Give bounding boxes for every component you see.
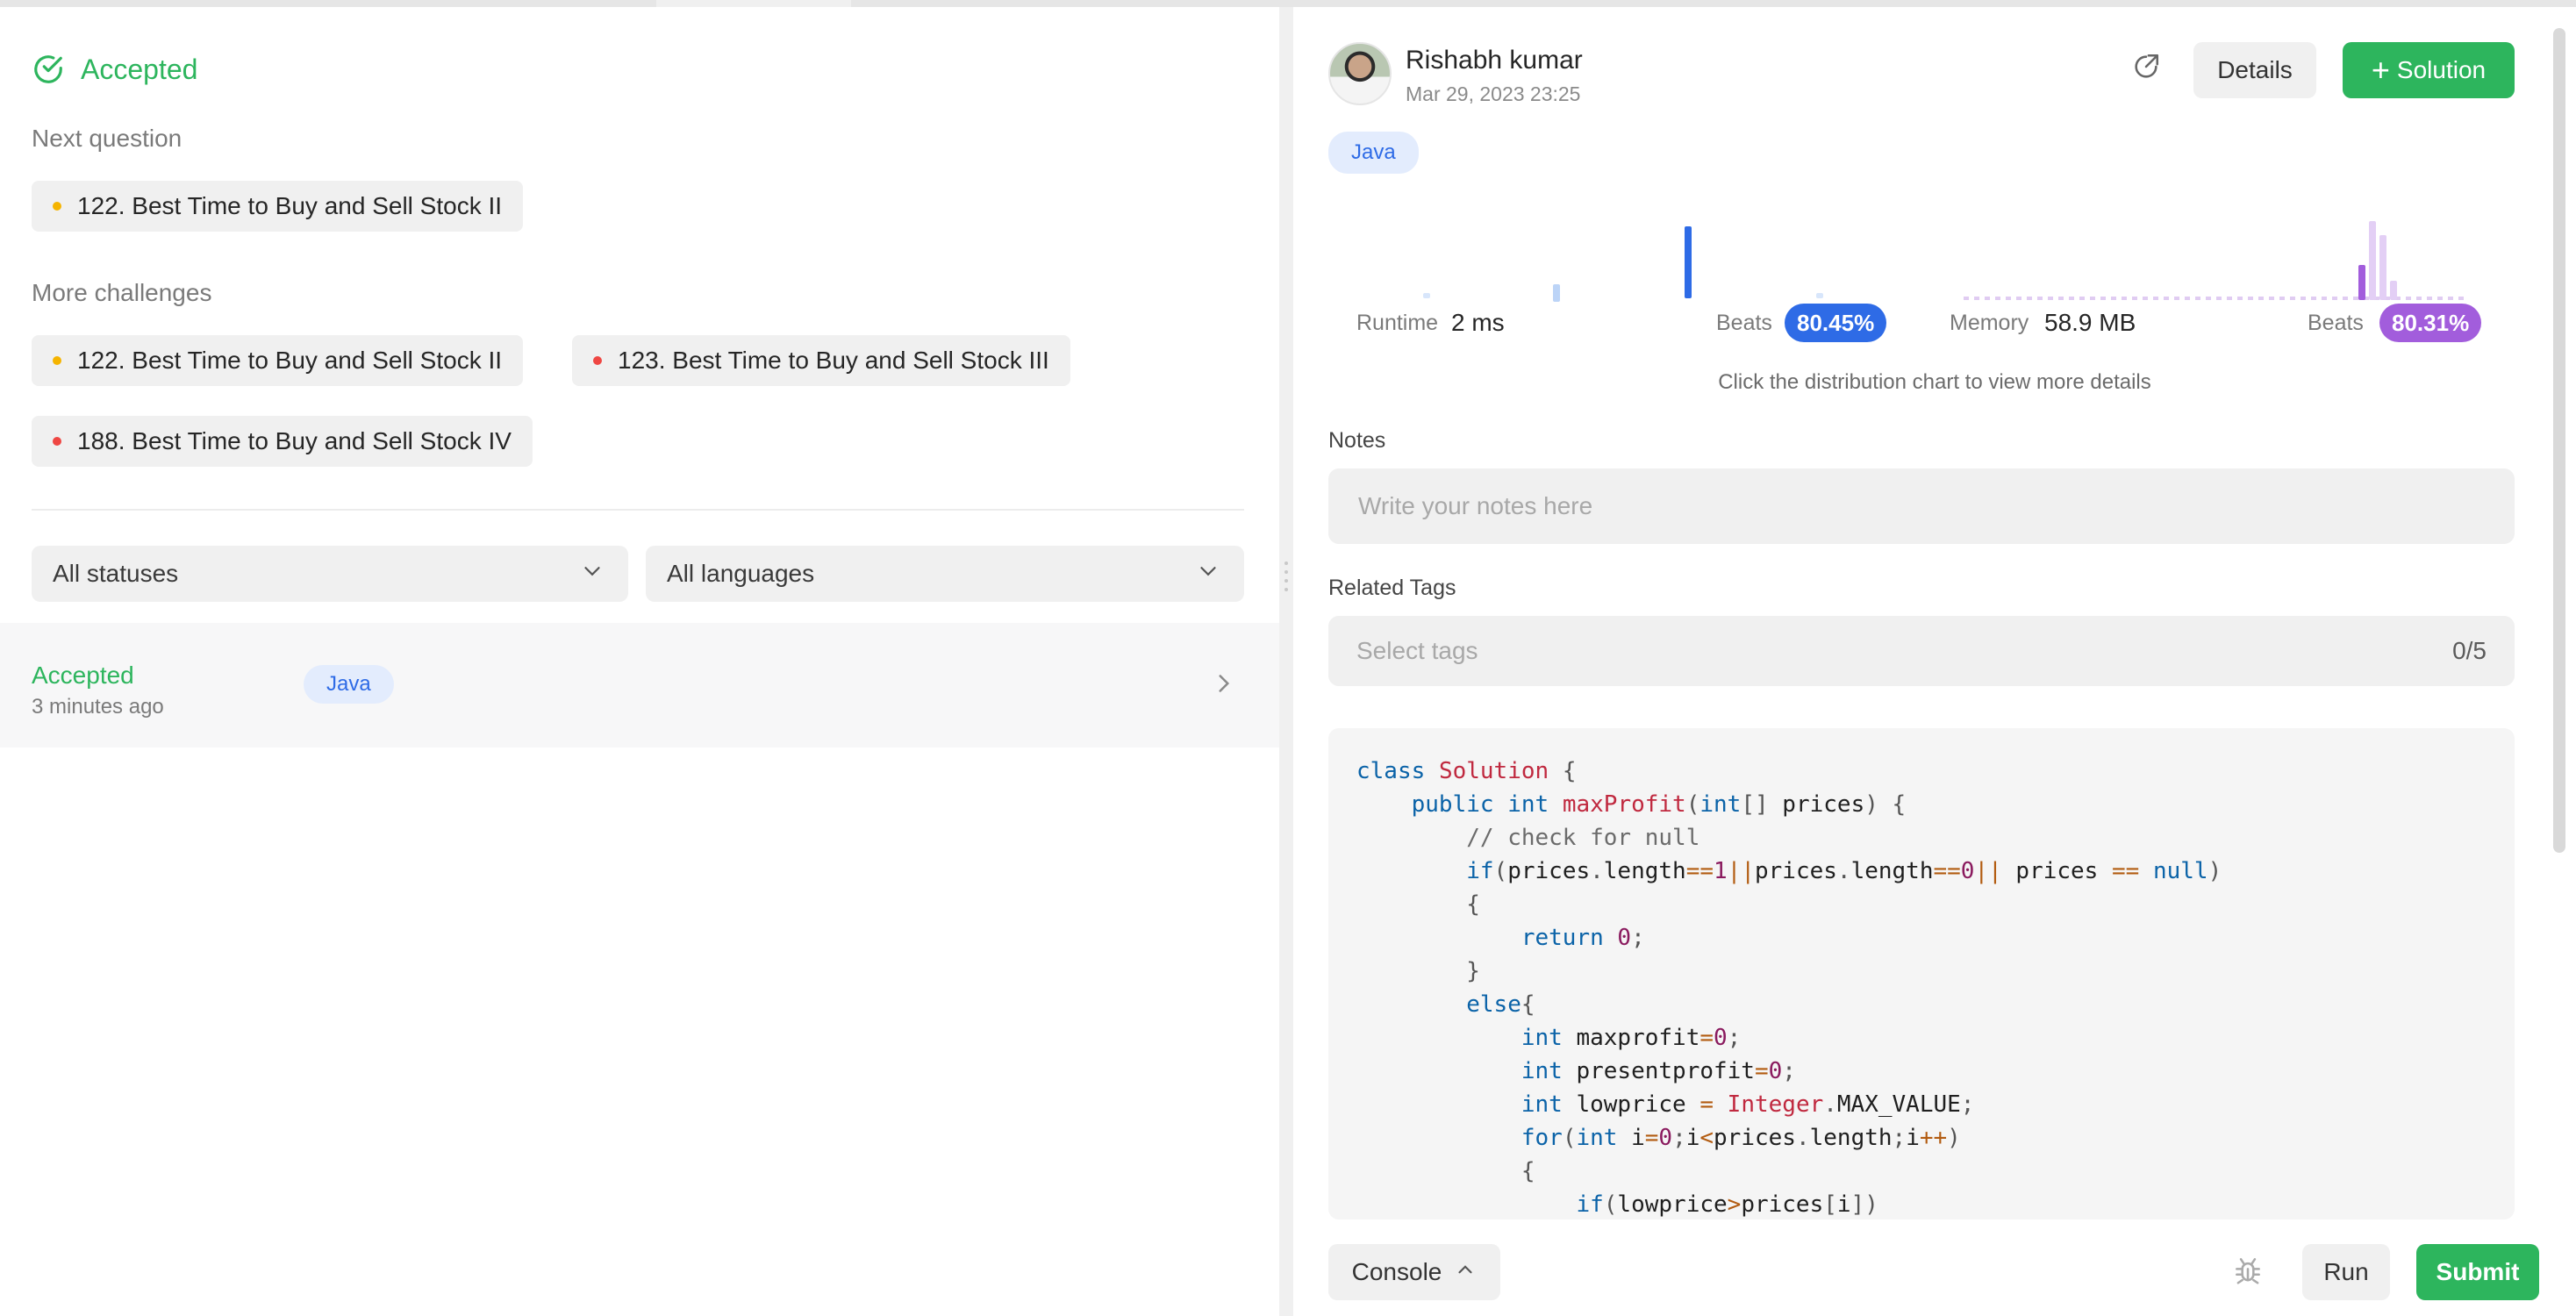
challenge-chip[interactable]: 123. Best Time to Buy and Sell Stock III [572, 335, 1070, 386]
chevron-down-icon [579, 558, 605, 590]
chip-label: 122. Best Time to Buy and Sell Stock II [77, 192, 503, 219]
runtime-bar [1553, 284, 1560, 302]
runtime-bar-selected [1685, 226, 1692, 298]
language-filter-select[interactable]: All languages [646, 546, 1244, 602]
avatar[interactable] [1328, 42, 1392, 105]
next-question-chip[interactable]: 122. Best Time to Buy and Sell Stock II [32, 181, 524, 232]
runtime-bar [1816, 293, 1823, 298]
related-tags-label: Related Tags [1328, 576, 1456, 600]
plus-icon: + [2371, 52, 2390, 88]
hard-difficulty-dot [53, 437, 61, 446]
memory-beats-label: Beats [2308, 311, 2364, 335]
next-question-label: Next question [32, 125, 182, 152]
chip-label: 122. Best Time to Buy and Sell Stock II [77, 347, 503, 374]
status-header: Accepted [32, 53, 197, 86]
notes-input[interactable] [1328, 468, 2515, 544]
chart-hint: Click the distribution chart to view mor… [1718, 370, 2151, 394]
memory-beats-badge: 80.31% [2379, 304, 2482, 342]
code-viewer[interactable]: class Solution { public int maxProfit(in… [1328, 728, 2515, 1219]
share-button[interactable] [2122, 44, 2171, 93]
more-challenges-label: More challenges [32, 279, 212, 306]
divider [32, 509, 1244, 511]
run-button[interactable]: Run [2302, 1244, 2390, 1300]
chevron-down-icon [1195, 558, 1221, 590]
memory-distribution[interactable] [1964, 221, 2469, 300]
submission-detail-panel: Rishabh kumar Mar 29, 2023 23:25 Details… [1293, 7, 2576, 1316]
progress-segment [851, 0, 2576, 7]
submission-status: Accepted [32, 662, 134, 689]
console-button[interactable]: Console [1328, 1244, 1500, 1300]
hard-difficulty-dot [593, 356, 602, 365]
runtime-bar [1423, 293, 1430, 298]
medium-difficulty-dot [53, 356, 61, 365]
memory-value: 58.9 MB [2044, 309, 2136, 336]
chip-label: 123. Best Time to Buy and Sell Stock III [618, 347, 1049, 374]
console-button-label: Console [1351, 1258, 1442, 1285]
solution-button[interactable]: + Solution [2343, 42, 2515, 98]
check-circle-icon [32, 53, 65, 86]
bottom-toolbar: Console Run Submit [1293, 1228, 2576, 1316]
chip-label: 188. Best Time to Buy and Sell Stock IV [77, 427, 512, 454]
progress-segment [0, 0, 656, 7]
submissions-panel: Accepted Next question 122. Best Time to… [0, 7, 1279, 1316]
tags-select[interactable]: Select tags 0/5 [1328, 616, 2515, 686]
runtime-distribution[interactable] [1423, 226, 1823, 302]
submit-button[interactable]: Submit [2416, 1244, 2539, 1300]
memory-label: Memory [1950, 311, 2029, 335]
distribution-chart[interactable] [1328, 209, 2515, 305]
chevron-right-icon [1209, 669, 1239, 703]
user-name[interactable]: Rishabh kumar [1406, 46, 1583, 75]
top-progress-strip [0, 0, 2576, 7]
status-filter-value: All statuses [53, 560, 179, 587]
submission-date: Mar 29, 2023 23:25 [1406, 82, 1581, 105]
code-content: class Solution { public int maxProfit(in… [1356, 758, 2222, 1218]
medium-difficulty-dot [53, 202, 61, 211]
memory-bar [2369, 221, 2376, 300]
memory-bar [2390, 281, 2397, 300]
status-title: Accepted [81, 53, 198, 85]
language-tag: Java [1328, 132, 1419, 174]
challenge-chip[interactable]: 122. Best Time to Buy and Sell Stock II [32, 335, 524, 386]
submission-time: 3 minutes ago [32, 695, 164, 719]
submission-language-badge: Java [304, 665, 394, 704]
notes-label: Notes [1328, 428, 1386, 453]
details-button[interactable]: Details [2193, 42, 2316, 98]
runtime-label: Runtime [1356, 311, 1439, 335]
share-icon [2131, 52, 2161, 86]
runtime-value: 2 ms [1451, 309, 1505, 336]
chevron-up-icon [1454, 1258, 1477, 1287]
solution-button-label: Solution [2396, 56, 2487, 83]
runtime-beats-label: Beats [1716, 311, 1772, 335]
scrollbar[interactable] [2553, 28, 2565, 853]
bug-icon [2231, 1254, 2265, 1291]
submission-row[interactable]: Accepted 3 minutes ago Java [0, 623, 1279, 747]
language-filter-value: All languages [667, 560, 815, 587]
challenge-chip[interactable]: 188. Best Time to Buy and Sell Stock IV [32, 416, 533, 467]
status-filter-select[interactable]: All statuses [32, 546, 628, 602]
panel-resize-handle[interactable] [1283, 558, 1290, 597]
runtime-beats-badge: 80.45% [1785, 304, 1887, 342]
memory-bar-selected [2358, 265, 2365, 300]
tags-count: 0/5 [2452, 637, 2487, 664]
debug-button[interactable] [2223, 1248, 2272, 1297]
memory-bar [2379, 235, 2386, 300]
tags-placeholder: Select tags [1356, 637, 1478, 664]
